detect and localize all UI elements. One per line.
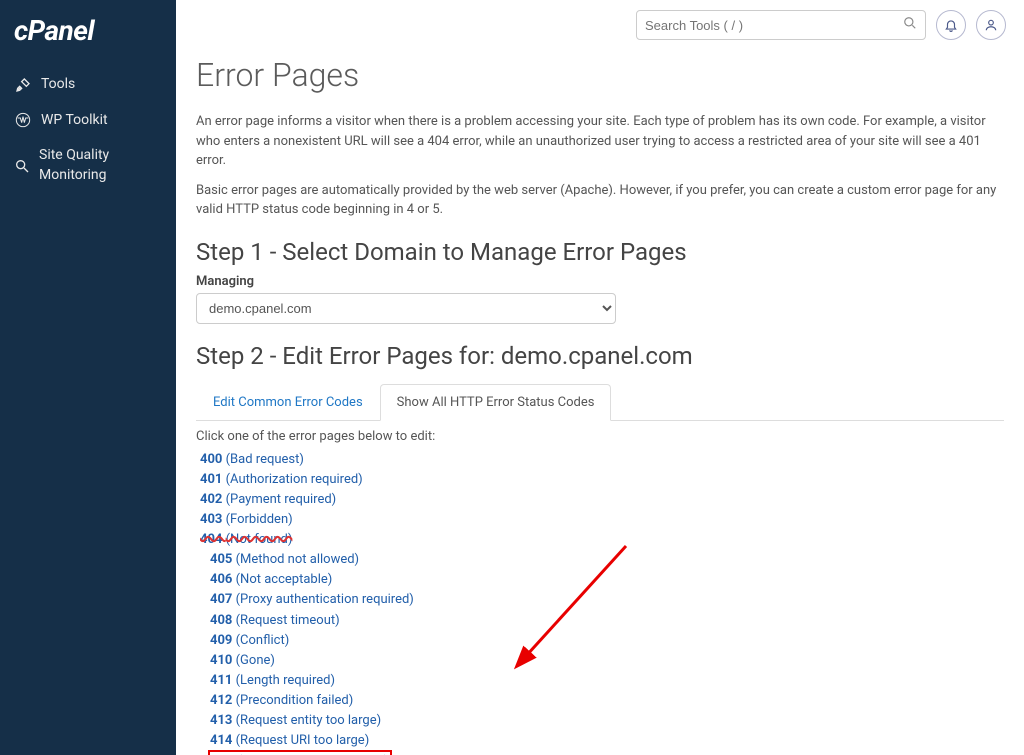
error-desc: (Request URI too large) (236, 733, 370, 748)
error-code: 413 (210, 713, 236, 728)
managing-label: Managing (196, 274, 1004, 289)
step1-title: Step 1 - Select Domain to Manage Error P… (196, 238, 1004, 266)
wordpress-icon (14, 112, 32, 128)
search-field[interactable] (645, 18, 903, 33)
error-desc: (Precondition failed) (236, 693, 354, 708)
edit-hint: Click one of the error pages below to ed… (196, 429, 1004, 444)
error-desc: (Not acceptable) (236, 572, 333, 587)
step2-title: Step 2 - Edit Error Pages for: demo.cpan… (196, 342, 1004, 370)
error-code-link[interactable]: 409 (Conflict) (210, 631, 1004, 651)
sidebar-item-wp-toolkit[interactable]: WP Toolkit (0, 103, 176, 139)
intro-text: An error page informs a visitor when the… (196, 112, 1004, 220)
error-desc: (Authorization required) (226, 472, 363, 487)
intro-paragraph-1: An error page informs a visitor when the… (196, 112, 1004, 171)
content: Error Pages An error page informs a visi… (176, 46, 1024, 755)
error-desc: (Forbidden) (226, 512, 293, 527)
error-code-link[interactable]: 403 (Forbidden) (200, 510, 1004, 530)
error-desc: (Length required) (236, 673, 335, 688)
error-code: 406 (210, 572, 236, 587)
error-desc: (Not found) (226, 532, 293, 547)
error-code: 409 (210, 633, 236, 648)
error-code-link[interactable]: 410 (Gone) (210, 651, 1004, 671)
error-desc: (Payment required) (226, 492, 337, 507)
error-code: 410 (210, 653, 236, 668)
sidebar-item-label: WP Toolkit (41, 111, 108, 131)
tab-common-codes[interactable]: Edit Common Error Codes (196, 384, 380, 421)
error-desc: (Bad request) (226, 452, 304, 467)
error-code-link[interactable]: 413 (Request entity too large) (210, 711, 1004, 731)
error-code: 412 (210, 693, 236, 708)
error-code: 404 (200, 532, 226, 547)
page-title: Error Pages (196, 56, 1004, 94)
error-code-link[interactable]: 402 (Payment required) (200, 490, 1004, 510)
intro-paragraph-2: Basic error pages are automatically prov… (196, 181, 1004, 220)
error-code-list: 400 (Bad request)401 (Authorization requ… (200, 450, 1004, 755)
error-desc: (Request entity too large) (236, 713, 382, 728)
cpanel-logo: cPanel (0, 10, 176, 67)
error-code-link[interactable]: 412 (Precondition failed) (210, 691, 1004, 711)
error-code: 400 (200, 452, 226, 467)
search-icon (903, 16, 917, 34)
domain-select[interactable]: demo.cpanel.com (196, 293, 616, 324)
sidebar-item-label: Site Quality Monitoring (39, 146, 162, 185)
notifications-button[interactable] (936, 10, 966, 40)
error-code-link[interactable]: 414 (Request URI too large) (210, 731, 1004, 751)
sidebar-item-label: Tools (41, 75, 75, 95)
error-desc: (Proxy authentication required) (236, 592, 414, 607)
search-input[interactable] (636, 10, 926, 40)
tools-icon (14, 77, 32, 93)
error-desc: (Request timeout) (236, 613, 340, 628)
error-code: 401 (200, 472, 226, 487)
sidebar: cPanel Tools WP Toolkit Site Quality Mon… (0, 0, 176, 755)
error-code-link[interactable]: 415 (Unsupported media type) (210, 752, 390, 755)
error-code: 402 (200, 492, 226, 507)
error-code-link[interactable]: 406 (Not acceptable) (210, 570, 1004, 590)
error-code: 408 (210, 613, 236, 628)
error-code-link[interactable]: 411 (Length required) (210, 671, 1004, 691)
error-code: 403 (200, 512, 226, 527)
error-code-link[interactable]: 401 (Authorization required) (200, 470, 1004, 490)
error-code: 405 (210, 552, 236, 567)
error-code: 407 (210, 592, 236, 607)
error-code-link[interactable]: 404 (Not found) (200, 530, 1004, 550)
error-code: 414 (210, 733, 236, 748)
error-code-link[interactable]: 407 (Proxy authentication required) (210, 590, 1004, 610)
user-button[interactable] (976, 10, 1006, 40)
error-code-link[interactable]: 400 (Bad request) (200, 450, 1004, 470)
error-desc: (Method not allowed) (236, 552, 359, 567)
main-area: Error Pages An error page informs a visi… (176, 0, 1024, 755)
sidebar-item-tools[interactable]: Tools (0, 67, 176, 103)
magnify-icon (14, 158, 30, 174)
error-code: 411 (210, 673, 236, 688)
error-desc: (Gone) (236, 653, 275, 668)
error-code-link[interactable]: 405 (Method not allowed) (210, 550, 1004, 570)
error-code-link[interactable]: 408 (Request timeout) (210, 611, 1004, 631)
sidebar-item-site-quality[interactable]: Site Quality Monitoring (0, 138, 176, 193)
error-desc: (Conflict) (236, 633, 290, 648)
tabs: Edit Common Error Codes Show All HTTP Er… (196, 384, 1004, 421)
tab-all-codes[interactable]: Show All HTTP Error Status Codes (380, 384, 612, 421)
topbar (176, 0, 1024, 46)
